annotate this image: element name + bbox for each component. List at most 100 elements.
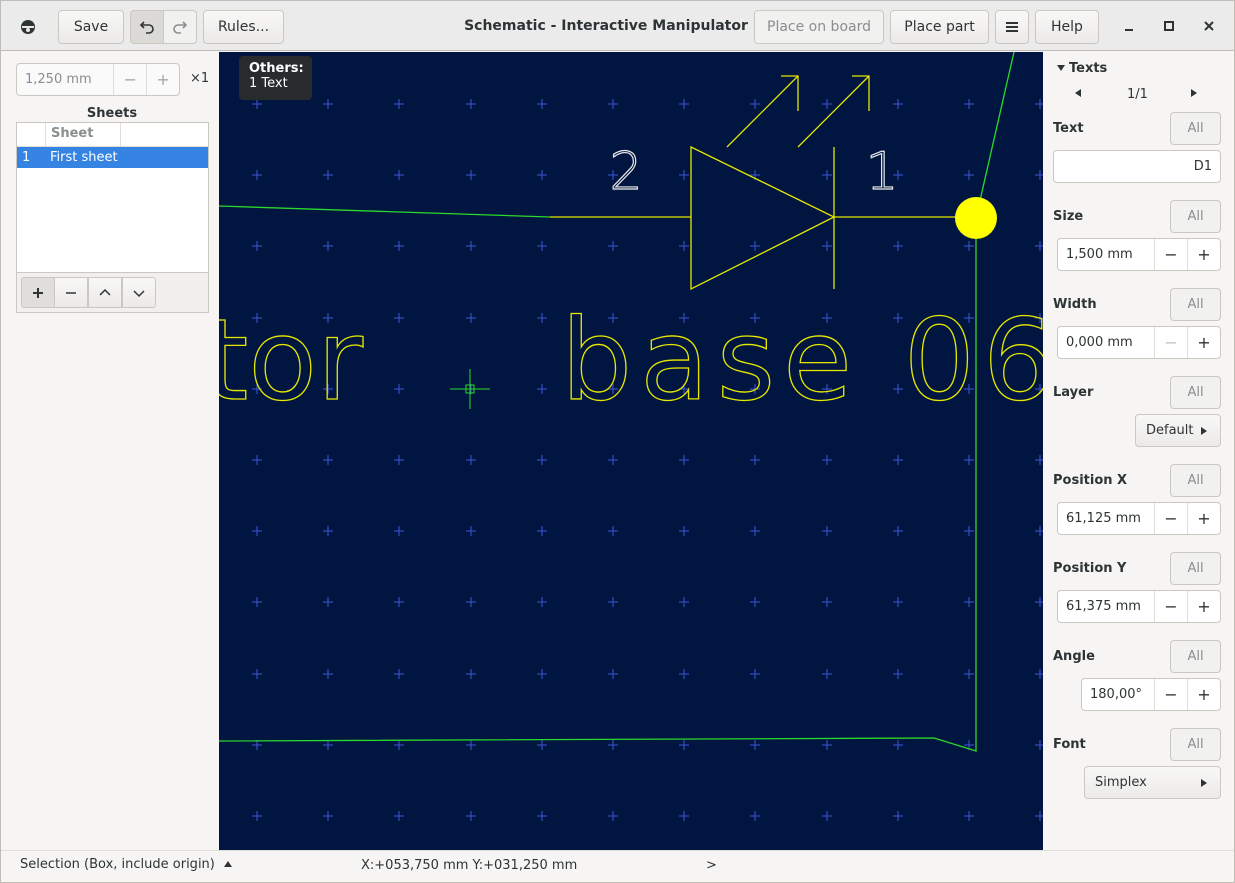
angle-spin-field[interactable]: 180,00° − +: [1081, 678, 1221, 711]
undo-button[interactable]: [130, 10, 164, 44]
posx-decrease-button[interactable]: −: [1154, 503, 1187, 534]
grid-marks: [252, 99, 1043, 821]
texts-section-header[interactable]: Texts: [1056, 61, 1107, 76]
item-page-counter: 1/1: [1127, 87, 1148, 102]
redo-icon: [173, 21, 188, 34]
cursor-coordinates: X:+053,750 mm Y:+031,250 mm: [361, 858, 578, 873]
font-dropdown[interactable]: Simplex: [1084, 766, 1221, 799]
font-label: Font: [1053, 737, 1086, 752]
window-title: Schematic - Interactive Manipulator: [464, 18, 748, 34]
angle-value[interactable]: 180,00°: [1082, 679, 1154, 710]
posx-value[interactable]: 61,125 mm: [1058, 503, 1154, 534]
move-sheet-up-button[interactable]: [88, 277, 122, 308]
add-sheet-button[interactable]: [21, 277, 55, 308]
tool-mode-selector[interactable]: Selection (Box, include origin): [20, 857, 233, 872]
rules-button[interactable]: Rules...: [203, 10, 284, 44]
grid-spin-field[interactable]: 1,250 mm − +: [16, 63, 180, 96]
app-menu-icon[interactable]: [18, 17, 38, 37]
minimize-icon[interactable]: [1119, 16, 1139, 36]
place-on-board-button[interactable]: Place on board: [754, 10, 884, 44]
redo-button[interactable]: [163, 10, 197, 44]
help-button[interactable]: Help: [1035, 10, 1099, 44]
width-value[interactable]: 0,000 mm: [1058, 327, 1154, 358]
posx-label: Position X: [1053, 473, 1128, 488]
schematic-canvas[interactable]: 2 1 tor base 06: [219, 52, 1043, 850]
remove-sheet-button[interactable]: [54, 277, 88, 308]
status-bar: Selection (Box, include origin) X:+053,7…: [1, 850, 1234, 882]
app-window: Save Rules... Schematic - Interactive Ma…: [0, 0, 1235, 883]
prev-item-icon[interactable]: [1074, 87, 1082, 102]
width-all-button[interactable]: All: [1170, 288, 1221, 321]
tool-mode-label: Selection (Box, include origin): [20, 857, 215, 872]
size-decrease-button[interactable]: −: [1154, 239, 1187, 270]
tooltip-line: 1 Text: [249, 76, 288, 91]
header-bar: Save Rules... Schematic - Interactive Ma…: [1, 1, 1234, 51]
sheet-number: 1: [22, 150, 31, 165]
width-spin-field[interactable]: 0,000 mm − +: [1057, 326, 1221, 359]
layer-label: Layer: [1053, 385, 1094, 400]
chevron-up-icon: [99, 288, 111, 296]
width-label: Width: [1053, 297, 1097, 312]
maximize-icon[interactable]: [1159, 16, 1179, 36]
command-prompt[interactable]: >: [706, 858, 717, 873]
posy-increase-button[interactable]: +: [1187, 591, 1220, 622]
triangle-down-icon: [1057, 65, 1065, 71]
size-spin-field[interactable]: 1,500 mm − +: [1057, 238, 1221, 271]
posx-spin-field[interactable]: 61,125 mm − +: [1057, 502, 1221, 535]
texts-section-title: Texts: [1069, 61, 1108, 76]
text-field[interactable]: D1: [1053, 150, 1221, 183]
font-value: Simplex: [1095, 775, 1147, 790]
left-panel: 1,250 mm − + ×1 Sheets Sheet 1 First she…: [1, 52, 219, 850]
text-origin-crosshair: [450, 369, 490, 409]
grid-spin-value[interactable]: 1,250 mm: [17, 64, 113, 95]
posy-all-button[interactable]: All: [1170, 552, 1221, 585]
close-icon[interactable]: [1199, 16, 1219, 36]
size-increase-button[interactable]: +: [1187, 239, 1220, 270]
sheets-title: Sheets: [86, 106, 138, 121]
undo-icon: [139, 21, 154, 34]
schematic-text-right[interactable]: base 06: [560, 295, 1043, 426]
width-increase-button[interactable]: +: [1187, 327, 1220, 358]
angle-decrease-button[interactable]: −: [1154, 679, 1187, 710]
width-decrease-button[interactable]: −: [1154, 327, 1187, 358]
layer-all-button[interactable]: All: [1170, 376, 1221, 409]
minus-icon: [66, 291, 76, 294]
grid-decrease-button[interactable]: −: [113, 64, 146, 95]
text-label: Text: [1053, 121, 1084, 136]
table-row[interactable]: 1 First sheet: [17, 147, 208, 168]
next-item-icon[interactable]: [1190, 87, 1198, 102]
sheet-name: First sheet: [50, 150, 118, 165]
save-button[interactable]: Save: [58, 10, 124, 44]
grid-increase-button[interactable]: +: [146, 64, 179, 95]
posy-value[interactable]: 61,375 mm: [1058, 591, 1154, 622]
size-all-button[interactable]: All: [1170, 200, 1221, 233]
size-label: Size: [1053, 209, 1084, 224]
angle-all-button[interactable]: All: [1170, 640, 1221, 673]
pin-number-left: 2: [609, 142, 642, 202]
posy-decrease-button[interactable]: −: [1154, 591, 1187, 622]
font-all-button[interactable]: All: [1170, 728, 1221, 761]
text-all-button[interactable]: All: [1170, 112, 1221, 145]
sheet-toolbar: [16, 273, 209, 313]
hamburger-icon: [1006, 22, 1018, 32]
move-sheet-down-button[interactable]: [122, 277, 156, 308]
triangle-right-icon: [1201, 778, 1207, 787]
posx-increase-button[interactable]: +: [1187, 503, 1220, 534]
posx-all-button[interactable]: All: [1170, 464, 1221, 497]
grid-multiplier: ×1: [190, 71, 210, 86]
plus-icon: [33, 287, 43, 298]
schematic-text-left[interactable]: tor: [219, 295, 365, 426]
layer-dropdown[interactable]: Default: [1135, 414, 1221, 447]
place-part-button[interactable]: Place part: [890, 10, 989, 44]
hover-tooltip: Others: 1 Text: [239, 56, 312, 100]
properties-panel: Texts 1/1 Text All D1 Size All 1,500 mm …: [1043, 52, 1234, 850]
junction-dot[interactable]: [955, 197, 997, 239]
angle-label: Angle: [1053, 649, 1095, 664]
text-field-value[interactable]: D1: [1054, 151, 1220, 182]
angle-increase-button[interactable]: +: [1187, 679, 1220, 710]
size-value[interactable]: 1,500 mm: [1058, 239, 1154, 270]
posy-spin-field[interactable]: 61,375 mm − +: [1057, 590, 1221, 623]
schematic-drawing: 2 1 tor base 06: [219, 52, 1043, 821]
sheet-column-header[interactable]: Sheet: [46, 123, 121, 146]
menu-button[interactable]: [995, 10, 1029, 44]
